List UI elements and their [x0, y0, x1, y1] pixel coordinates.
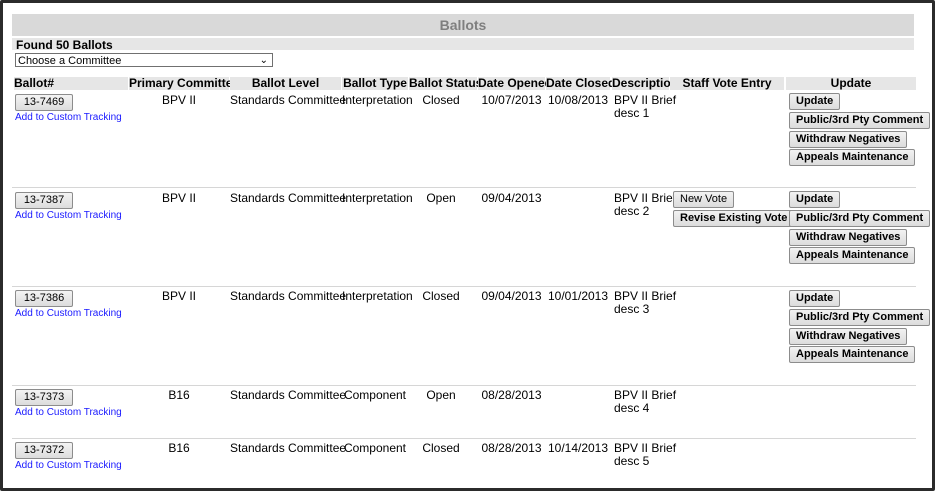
date-opened: 08/28/2013 [481, 388, 542, 402]
ballot-type: Interpretation [342, 93, 413, 107]
ballot-status: Open [426, 388, 456, 402]
description-line: desc 4 [614, 401, 650, 415]
ballot-type: Interpretation [342, 289, 413, 303]
add-to-custom-tracking-link[interactable]: Add to Custom Tracking [15, 112, 122, 123]
primary-committee: B16 [168, 388, 190, 402]
primary-committee: BPV II [161, 93, 196, 107]
add-to-custom-tracking-link[interactable]: Add to Custom Tracking [15, 308, 122, 319]
ballot-button[interactable]: 13-7372 [15, 442, 73, 459]
found-count: Found 50 Ballots [16, 38, 113, 52]
description-line: BPV II Brief [614, 441, 677, 455]
ballot-level: Standards Committee [230, 441, 347, 455]
withdraw-negatives-button[interactable]: Withdraw Negatives [789, 131, 908, 148]
description-line: desc 2 [614, 204, 650, 218]
committee-select-value: Choose a Committee [18, 55, 122, 67]
primary-committee: B16 [168, 441, 190, 455]
public-comment-button[interactable]: Public/3rd Pty Comment [789, 309, 931, 326]
date-opened: 09/04/2013 [481, 289, 542, 303]
col-header-ballot-level: Ballot Level [230, 77, 341, 90]
update-button[interactable]: Update [789, 290, 841, 307]
revise-existing-vote-button[interactable]: Revise Existing Vote [673, 210, 795, 227]
date-closed: 10/01/2013 [547, 289, 609, 303]
ballot-type: Interpretation [342, 191, 413, 205]
chevron-down-icon: ⌄ [259, 55, 268, 66]
ballot-status: Closed [422, 289, 460, 303]
col-header-date-closed: Date Closed [546, 76, 616, 90]
primary-committee: BPV II [161, 289, 196, 303]
col-header-update: Update [786, 77, 916, 90]
primary-committee: BPV II [161, 191, 196, 205]
row-divider [12, 286, 916, 287]
ballot-status: Closed [422, 441, 460, 455]
ballot-status: Open [426, 191, 456, 205]
add-to-custom-tracking-link[interactable]: Add to Custom Tracking [15, 210, 122, 221]
found-bar [12, 38, 914, 50]
date-closed: 10/08/2013 [547, 93, 609, 107]
ballot-type: Component [343, 441, 407, 455]
date-opened: 10/07/2013 [481, 93, 542, 107]
public-comment-button[interactable]: Public/3rd Pty Comment [789, 210, 931, 227]
ballot-button[interactable]: 13-7387 [15, 192, 73, 209]
row-divider [12, 187, 916, 188]
description-line: desc 1 [614, 106, 650, 120]
ballot-level: Standards Committee [230, 191, 347, 205]
add-to-custom-tracking-link[interactable]: Add to Custom Tracking [15, 460, 122, 471]
update-button[interactable]: Update [789, 93, 841, 110]
add-to-custom-tracking-link[interactable]: Add to Custom Tracking [15, 407, 122, 418]
ballot-level: Standards Committee [230, 93, 347, 107]
row-divider [12, 385, 916, 386]
date-opened: 09/04/2013 [481, 191, 542, 205]
col-header-staff-vote-entry: Staff Vote Entry [670, 77, 784, 90]
appeals-maintenance-button[interactable]: Appeals Maintenance [789, 346, 916, 363]
withdraw-negatives-button[interactable]: Withdraw Negatives [789, 229, 908, 246]
description-line: BPV II Brief [614, 93, 677, 107]
ballot-button[interactable]: 13-7386 [15, 290, 73, 307]
new-vote-button[interactable]: New Vote [673, 191, 735, 208]
ballot-level: Standards Committee [230, 289, 347, 303]
ballot-button[interactable]: 13-7469 [15, 94, 73, 111]
ballot-status: Closed [422, 93, 460, 107]
description-line: BPV II Brief [614, 388, 677, 402]
description-line: BPV II Brief [614, 289, 677, 303]
col-header-ballot: Ballot# [14, 77, 128, 90]
description-line: desc 5 [614, 454, 650, 468]
date-opened: 08/28/2013 [481, 441, 542, 455]
description-line: desc 3 [614, 302, 650, 316]
appeals-maintenance-button[interactable]: Appeals Maintenance [789, 247, 916, 264]
col-header-description: Description [612, 76, 679, 90]
appeals-maintenance-button[interactable]: Appeals Maintenance [789, 149, 916, 166]
ballot-level: Standards Committee [230, 388, 347, 402]
public-comment-button[interactable]: Public/3rd Pty Comment [789, 112, 931, 129]
col-header-primary-committee: Primary Committee [129, 76, 240, 90]
ballot-button[interactable]: 13-7373 [15, 389, 73, 406]
update-button[interactable]: Update [789, 191, 841, 208]
page-title: Ballots [12, 14, 914, 36]
ballot-type: Component [343, 388, 407, 402]
description-line: BPV II Brief [614, 191, 677, 205]
row-divider [12, 438, 916, 439]
col-header-date-opened: Date Opened [478, 76, 553, 90]
withdraw-negatives-button[interactable]: Withdraw Negatives [789, 328, 908, 345]
col-header-ballot-type: Ballot Type [342, 76, 408, 90]
col-header-ballot-status: Ballot Status [409, 76, 483, 90]
committee-select[interactable]: Choose a Committee ⌄ [15, 53, 273, 67]
date-closed: 10/14/2013 [547, 441, 609, 455]
